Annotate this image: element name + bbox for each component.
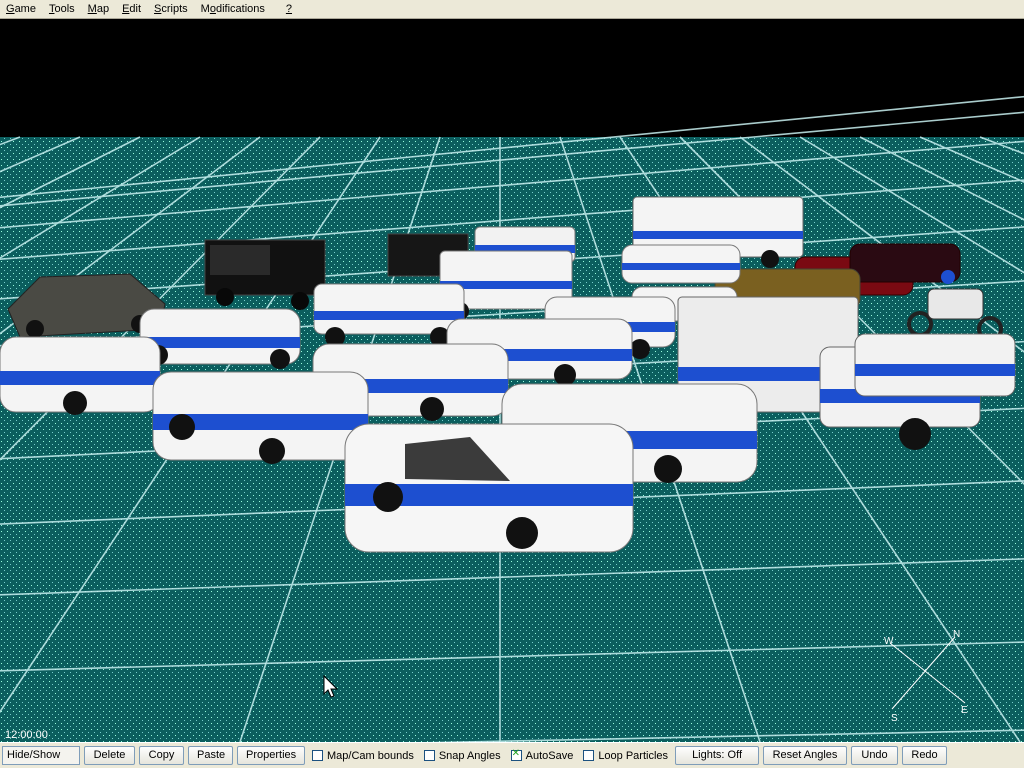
vehicle-police-car[interactable] [152, 371, 369, 464]
copy-button[interactable]: Copy [139, 746, 184, 765]
vehicle-police-car-selected[interactable] [344, 423, 634, 553]
snap-angles-checkbox[interactable] [423, 750, 435, 761]
menu-scripts[interactable]: Scripts [148, 0, 195, 19]
reset-angles-button[interactable]: Reset Angles [763, 746, 848, 765]
vehicle-police-car[interactable] [0, 336, 161, 415]
undo-button[interactable]: Undo [851, 746, 899, 765]
vehicle-police-car[interactable] [139, 308, 301, 369]
compass-south: S [891, 713, 898, 724]
editor-toolbar: Hide/Show Delete Copy Paste Properties M… [0, 742, 1024, 768]
compass-east: E [961, 705, 968, 716]
delete-button[interactable]: Delete [84, 746, 135, 765]
menu-help[interactable]: ? [272, 0, 299, 19]
loop-particles-checkbox[interactable] [583, 750, 595, 761]
menu-tools[interactable]: Tools [43, 0, 82, 19]
paste-button[interactable]: Paste [188, 746, 233, 765]
map-cam-bounds-toggle[interactable]: Map/Cam bounds [309, 750, 417, 762]
vehicle-police-pickup[interactable] [854, 333, 1016, 397]
compass-west: W [884, 636, 894, 647]
mouse-cursor-icon [323, 675, 339, 698]
snap-angles-toggle[interactable]: Snap Angles [421, 750, 504, 762]
game-clock: 12:00:00 [5, 729, 48, 741]
properties-button[interactable]: Properties [237, 746, 305, 765]
redo-button[interactable]: Redo [902, 746, 948, 765]
map-cam-bounds-checkbox[interactable] [312, 750, 323, 761]
loop-particles-toggle[interactable]: Loop Particles [580, 750, 671, 762]
hide-show-button[interactable]: Hide/Show [2, 746, 80, 765]
scene[interactable] [0, 19, 1024, 742]
compass-north: N [953, 629, 961, 640]
editor-viewport[interactable]: 12:00:00 N E S W [0, 19, 1024, 742]
lights-button[interactable]: Lights: Off [675, 746, 760, 765]
vehicle-police-car-back[interactable] [621, 244, 741, 284]
menu-modifications[interactable]: Modifications [195, 0, 272, 19]
autosave-checkbox[interactable] [510, 748, 522, 761]
menu-edit[interactable]: Edit [116, 0, 148, 19]
menu-map[interactable]: Map [82, 0, 116, 19]
compass-rose: N E S W [880, 629, 980, 731]
menu-bar: Game Tools Map Edit Scripts Modification… [0, 0, 1024, 19]
menu-game[interactable]: Game [0, 0, 43, 19]
autosave-toggle[interactable]: AutoSave [508, 748, 577, 762]
